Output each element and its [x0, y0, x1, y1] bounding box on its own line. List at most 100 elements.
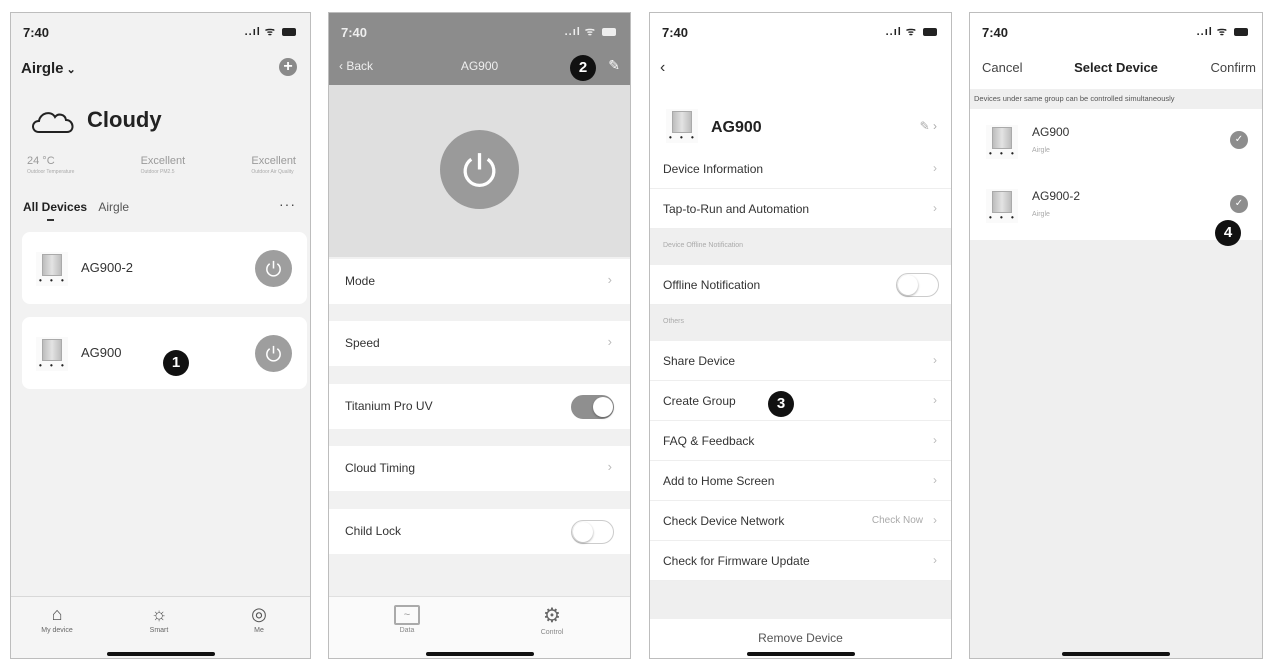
power-button[interactable] [255, 335, 292, 372]
chevron-right-icon: › [933, 513, 937, 527]
add-to-home-row[interactable]: Add to Home Screen › [650, 461, 951, 501]
row-label: FAQ & Feedback [663, 434, 755, 448]
row-label: Check for Firmware Update [663, 554, 810, 568]
row-label: Create Group [663, 394, 736, 408]
device-name: AG900-2 [81, 260, 134, 275]
share-device-row[interactable]: Share Device › [650, 341, 951, 381]
row-label: Mode [345, 274, 376, 288]
cloud-icon [32, 112, 74, 133]
device-settings-screen: 7:40 ..ıl ᯤ ‹ • • • AG900 ✎ › Device Inf… [649, 12, 952, 659]
child-lock-toggle[interactable] [571, 520, 614, 544]
chart-icon: ~ [394, 605, 420, 625]
speed-row[interactable]: Speed › [329, 321, 630, 366]
home-selector[interactable]: Airgle ⌄ [21, 60, 76, 77]
checkmark-icon[interactable]: ✓ [1230, 131, 1248, 149]
chevron-right-icon: › [607, 334, 612, 349]
tap-to-run-row[interactable]: Tap-to-Run and Automation › [650, 189, 951, 229]
chevron-right-icon: › [933, 161, 937, 175]
status-bar: 7:40 ..ıl ᯤ [11, 13, 310, 49]
check-network-row[interactable]: Check Device Network Check Now › [650, 501, 951, 541]
row-label: Share Device [663, 354, 736, 368]
tab-airgle[interactable]: Airgle [98, 200, 129, 214]
chevron-right-icon: › [933, 201, 937, 215]
chevron-down-icon: ⌄ [66, 64, 76, 76]
tab-all-devices[interactable]: All Devices [23, 200, 87, 214]
chevron-right-icon: › [933, 353, 937, 367]
power-icon [463, 153, 496, 188]
faq-feedback-row[interactable]: FAQ & Feedback › [650, 421, 951, 461]
edit-icon[interactable]: ✎ [608, 57, 620, 74]
weather-condition: Cloudy [87, 107, 162, 132]
home-indicator [746, 652, 855, 656]
stat-value: Excellent [140, 155, 186, 167]
chevron-right-icon: › [933, 433, 937, 447]
tab-data[interactable]: ~ Data [377, 605, 437, 634]
gear-icon: ⚙ [543, 605, 561, 627]
row-label: Child Lock [345, 524, 402, 538]
weather-stats: 24 °C Outdoor Temperature Excellent Outd… [27, 155, 296, 175]
chevron-right-icon: › [933, 553, 937, 567]
nav-me[interactable]: ◎ Me [229, 603, 289, 634]
stat-value: Excellent [251, 155, 296, 167]
mode-row[interactable]: Mode › [329, 259, 630, 304]
power-button[interactable] [255, 250, 292, 287]
cloud-timing-row[interactable]: Cloud Timing › [329, 446, 630, 491]
main-power-button[interactable] [440, 130, 519, 209]
battery-icon [282, 28, 296, 37]
status-bar: 7:40 ..ıl ᯤ [329, 13, 630, 49]
status-icons: ..ıl ᯤ [245, 24, 296, 39]
stat-temperature: 24 °C Outdoor Temperature [27, 155, 74, 175]
step-badge: 2 [570, 55, 596, 81]
device-control-screen: 7:40 ..ıl ᯤ ‹ Back AG900 ✎ 2 Mode › Speed… [328, 12, 631, 659]
select-row-ag900[interactable]: • • • AG900 Airgle ✓ [970, 109, 1262, 173]
device-information-row[interactable]: Device Information › [650, 149, 951, 189]
purifier-icon: • • • [666, 109, 698, 143]
row-label: Device Information [663, 162, 764, 176]
row-label: Cloud Timing [345, 461, 416, 475]
stat-value: 24 °C [27, 155, 55, 167]
home-screen: 7:40 ..ıl ᯤ Airgle ⌄ + Cloudy 24 °C Outdo… [10, 12, 311, 659]
nav-header: Cancel Select Device Confirm [970, 49, 1262, 89]
device-name: AG900 [1032, 125, 1070, 139]
device-select-list: • • • AG900 Airgle ✓ • • • AG900-2 Airgl… [970, 109, 1262, 240]
device-name: AG900-2 [1032, 189, 1081, 203]
child-lock-row: Child Lock [329, 509, 630, 554]
home-icon: ⌂ [51, 604, 63, 624]
more-icon[interactable]: ··· [279, 196, 296, 212]
row-label: Offline Notification [663, 278, 761, 292]
nav-label: Me [254, 627, 264, 634]
status-time: 7:40 [982, 25, 1009, 40]
status-time: 7:40 [23, 25, 50, 40]
tab-label: Control [540, 629, 564, 636]
titanium-uv-row: Titanium Pro UV [329, 384, 630, 429]
titanium-uv-toggle[interactable] [571, 395, 614, 419]
add-device-icon[interactable]: + [279, 58, 297, 76]
status-time: 7:40 [662, 25, 689, 40]
nav-smart[interactable]: ☼ Smart [129, 603, 189, 634]
status-icons: ..ıl ᯤ [565, 24, 616, 39]
firmware-update-row[interactable]: Check for Firmware Update › [650, 541, 951, 581]
status-time: 7:40 [341, 25, 368, 40]
back-chevron-icon[interactable]: ‹ [660, 59, 665, 77]
confirm-button[interactable]: Confirm [1210, 60, 1256, 75]
status-bar: 7:40 ..ıl ᯤ [970, 13, 1262, 49]
select-device-screen: 7:40 ..ıl ᯤ Cancel Select Device Confirm… [969, 12, 1263, 659]
battery-icon [923, 28, 937, 37]
nav-label: Smart [149, 627, 169, 634]
tab-control[interactable]: ⚙ Control [522, 605, 582, 636]
section-header: Others [663, 318, 685, 325]
create-group-row[interactable]: Create Group › [650, 381, 951, 421]
checkmark-icon[interactable]: ✓ [1230, 195, 1248, 213]
edit-icon[interactable]: ✎ › [920, 119, 937, 133]
nav-my-device[interactable]: ⌂ My device [27, 603, 87, 634]
offline-notification-toggle[interactable] [896, 273, 939, 297]
check-now-link[interactable]: Check Now [872, 515, 923, 526]
offline-notification-row: Offline Notification [650, 265, 951, 305]
chevron-right-icon: › [607, 272, 612, 287]
device-card-ag900[interactable]: • • • AG900 [22, 317, 307, 389]
home-indicator [1062, 652, 1170, 656]
tab-label: Data [399, 627, 415, 634]
device-card-ag900-2[interactable]: • • • AG900-2 [22, 232, 307, 304]
sun-icon: ☼ [150, 604, 168, 624]
purifier-icon: • • • [986, 189, 1018, 223]
